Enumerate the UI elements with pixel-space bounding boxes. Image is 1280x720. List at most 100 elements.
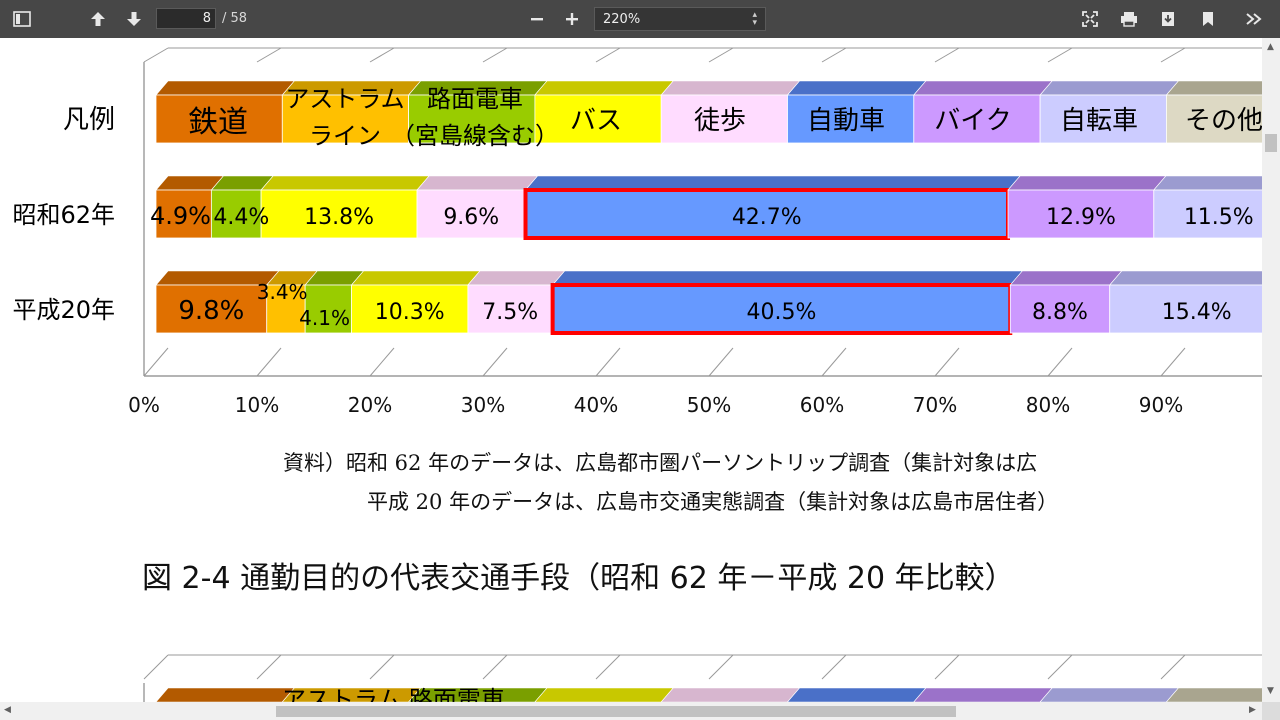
- presentation-mode-icon[interactable]: [1077, 6, 1103, 32]
- previous-page-icon[interactable]: [85, 6, 111, 32]
- gridline-floor: [1047, 347, 1073, 377]
- category-label: 昭和62年: [12, 201, 115, 229]
- next-gridline: [482, 654, 508, 680]
- data-label: 4.4%: [213, 205, 269, 230]
- data-label: 8.8%: [1032, 300, 1088, 325]
- category-label: 平成20年: [12, 296, 115, 324]
- scroll-left-icon[interactable]: ◀: [4, 705, 11, 715]
- gridline-top: [708, 47, 734, 63]
- x-tick-label: 60%: [800, 393, 844, 417]
- legend-label: バイク: [934, 106, 1011, 136]
- x-tick-label: 40%: [574, 393, 618, 417]
- select-arrows-icon: ▴ ▾: [752, 10, 757, 28]
- scroll-down-icon[interactable]: ▼: [1267, 686, 1274, 696]
- source-note-line1: 資料）昭和 62 年のデータは、広島都市圏パーソントリップ調査（集計対象は広: [283, 451, 1037, 475]
- next-gridline: [369, 654, 395, 680]
- legend-label: 路面電車: [427, 85, 523, 113]
- sidebar-toggle-icon[interactable]: [9, 6, 35, 32]
- next-gridline: [821, 654, 847, 680]
- legend-swatch-top: [660, 80, 801, 96]
- bookmark-icon[interactable]: [1195, 6, 1221, 32]
- legend-swatch-top: [786, 80, 927, 96]
- data-label: 3.4%: [257, 280, 308, 304]
- gridline-top: [369, 47, 395, 63]
- bar-segment-top: [1153, 175, 1262, 191]
- gridline-top: [595, 47, 621, 63]
- legend-title: 凡例: [63, 105, 115, 135]
- zoom-out-icon[interactable]: [524, 6, 550, 32]
- horizontal-scrollbar[interactable]: ◀ ▶: [0, 702, 1262, 720]
- gridline-floor: [821, 347, 847, 377]
- page-number-input[interactable]: [156, 8, 216, 29]
- next-gridline: [143, 654, 169, 680]
- bar-segment-top: [467, 270, 566, 286]
- scroll-right-icon[interactable]: ▶: [1249, 705, 1256, 715]
- x-tick-label: 70%: [913, 393, 957, 417]
- scroll-up-icon[interactable]: ▲: [1267, 42, 1274, 52]
- data-label: 10.3%: [375, 300, 445, 325]
- zoom-value: 220%: [603, 12, 641, 27]
- x-tick-label: 50%: [687, 393, 731, 417]
- page-total: / 58: [222, 11, 248, 26]
- vertical-scroll-thumb[interactable]: [1265, 134, 1277, 152]
- legend-swatch-top: [155, 80, 295, 96]
- x-tick-label: 30%: [461, 393, 505, 417]
- next-legend-partial-text: アストラム 路面電車: [282, 686, 505, 702]
- figure-caption: 図 2-4 通勤目的の代表交通手段（昭和 62 年－平成 20 年比較）: [142, 561, 1015, 596]
- data-label: 4.9%: [150, 202, 211, 230]
- legend-label: アストラム: [285, 85, 404, 113]
- next-page-icon[interactable]: [121, 6, 147, 32]
- gridline-floor: [708, 347, 734, 377]
- legend-swatch-top: [1039, 80, 1180, 96]
- gridline-floor: [256, 347, 282, 377]
- legend-label: バス: [570, 106, 622, 136]
- bar-segment-top: [524, 175, 1021, 191]
- data-label: 12.9%: [1046, 205, 1116, 230]
- next-legend-swatch-top: [155, 687, 295, 702]
- legend-label: （宮島線含む）: [391, 122, 559, 150]
- zoom-in-icon[interactable]: [559, 6, 585, 32]
- gridline-top: [1160, 47, 1186, 63]
- next-legend-swatch-top: [787, 687, 927, 702]
- next-gridline: [1160, 654, 1186, 680]
- next-gridline: [934, 654, 960, 680]
- next-legend-swatch-top: [660, 687, 801, 702]
- source-note-line2: 平成 20 年のデータは、広島市交通実態調査（集計対象は広島市居住者）: [367, 490, 1058, 514]
- download-icon[interactable]: [1155, 6, 1181, 32]
- gridline-top: [482, 47, 508, 63]
- legend-swatch-top: [913, 80, 1053, 96]
- x-tick-label: 20%: [348, 393, 392, 417]
- bar-segment-top: [260, 175, 430, 191]
- data-label: 15.4%: [1162, 300, 1232, 325]
- gridline-floor: [934, 347, 960, 377]
- next-legend-swatch-top: [1166, 687, 1262, 702]
- gridline-floor: [1160, 347, 1186, 377]
- gridline-floor: [369, 347, 395, 377]
- x-tick-label: 80%: [1026, 393, 1070, 417]
- more-tools-icon[interactable]: [1241, 6, 1267, 32]
- data-label: 9.8%: [178, 296, 244, 326]
- legend-label: その他: [1185, 106, 1262, 136]
- legend-swatch-top: [534, 80, 674, 96]
- vertical-scrollbar[interactable]: ▲ ▼: [1262, 38, 1280, 702]
- data-label: 7.5%: [482, 300, 538, 325]
- data-label: 13.8%: [304, 205, 374, 230]
- legend-label: 自転車: [1060, 106, 1138, 136]
- bar-segment-top: [1007, 175, 1167, 191]
- document-page: 0%10%20%30%40%50%60%70%80%90%1凡例鉄道アストラムラ…: [0, 38, 1262, 702]
- x-tick-label: 10%: [235, 393, 279, 417]
- zoom-select[interactable]: 220% ▴ ▾: [594, 7, 766, 31]
- data-label: 40.5%: [747, 300, 817, 325]
- gridline-floor: [595, 347, 621, 377]
- print-icon[interactable]: [1116, 6, 1142, 32]
- pdf-toolbar: / 58 220% ▴▾: [0, 0, 1280, 38]
- gridline-top: [256, 47, 282, 63]
- stacked-bar-chart: 0%10%20%30%40%50%60%70%80%90%1凡例鉄道アストラムラ…: [12, 47, 1262, 702]
- bar-segment-top: [416, 175, 539, 191]
- legend-label: 徒歩: [694, 106, 746, 136]
- gridline-floor: [482, 347, 508, 377]
- x-tick-label: 90%: [1139, 393, 1183, 417]
- gridline-floor: [143, 347, 169, 377]
- next-gridline: [1047, 654, 1073, 680]
- horizontal-scroll-thumb[interactable]: [276, 706, 956, 717]
